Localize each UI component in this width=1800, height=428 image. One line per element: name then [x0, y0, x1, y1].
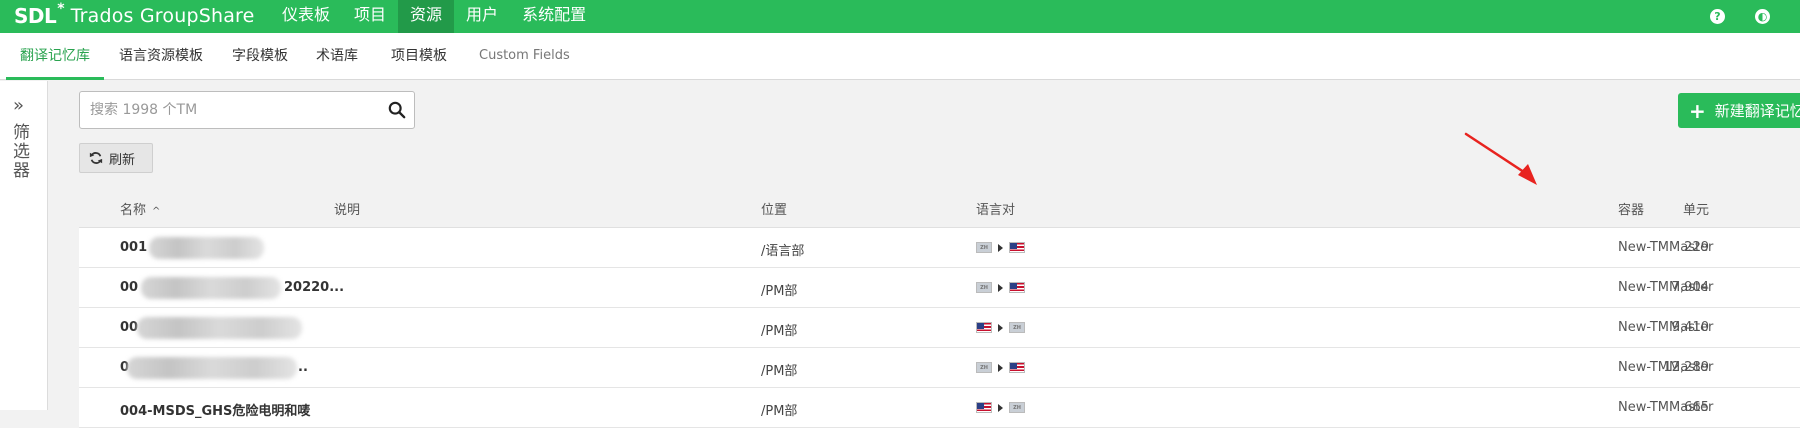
column-header-language-pair[interactable]: 语言对	[976, 199, 1015, 218]
redacted-text	[127, 357, 297, 379]
us-flag-icon	[976, 402, 992, 413]
tm-container: New-TMMaster	[1618, 400, 1714, 415]
logo-sdl: SDL	[14, 4, 57, 28]
tm-name-suffix: ..	[298, 360, 308, 375]
column-header-location[interactable]: 位置	[761, 199, 787, 218]
table-header: 名称 ^ 说明 位置 语言对 单元 容器	[79, 188, 1800, 228]
tm-search-box	[79, 91, 415, 129]
language-pair: ZH	[976, 402, 1025, 413]
tm-container: New-TMMaster	[1618, 240, 1714, 255]
expand-chevron-icon[interactable]: »	[13, 95, 24, 116]
arrow-right-icon	[998, 283, 1003, 292]
logo-product-name: Trados GroupShare	[70, 5, 255, 27]
us-flag-icon	[1009, 282, 1025, 293]
language-pair: ZH	[976, 282, 1025, 293]
filter-panel-toggle[interactable]: » 筛选器	[0, 81, 48, 410]
redacted-text	[141, 277, 281, 299]
chinese-flag-icon: ZH	[976, 242, 992, 253]
us-flag-icon	[1009, 242, 1025, 253]
filter-label: 筛选器	[9, 123, 29, 180]
tm-name[interactable]: 00	[120, 280, 138, 295]
tm-container: New-TMMaster	[1618, 360, 1714, 375]
us-flag-icon	[1009, 362, 1025, 373]
arrow-right-icon	[998, 363, 1003, 372]
column-header-name-label: 名称	[120, 203, 147, 218]
plus-icon: +	[1689, 98, 1706, 123]
language-pair: ZH	[976, 322, 1025, 333]
tab-field-templates[interactable]: 字段模板	[232, 33, 288, 80]
refresh-icon	[89, 152, 103, 164]
column-header-description[interactable]: 说明	[334, 199, 360, 218]
tm-container: New-TMMaster	[1618, 280, 1714, 295]
column-header-name[interactable]: 名称 ^	[120, 199, 160, 218]
nav-dashboard[interactable]: 仪表板	[270, 0, 342, 33]
nav-resources[interactable]: 资源	[398, 0, 455, 33]
top-bar: SDL * Trados GroupShare 仪表板 项目 资源 用户 系统配…	[0, 0, 1800, 33]
tm-location: /PM部	[761, 284, 798, 299]
logo-star: *	[57, 1, 65, 17]
app-logo[interactable]: SDL * Trados GroupShare	[14, 1, 255, 30]
redacted-text	[137, 317, 302, 339]
chinese-flag-icon: ZH	[1009, 402, 1025, 413]
language-pair: ZH	[976, 362, 1025, 373]
sort-ascending-icon: ^	[152, 206, 161, 217]
tab-termbases[interactable]: 术语库	[316, 33, 358, 80]
table-row[interactable]: 00 20220... /PM部 ZH 7,904 New-TMMaster	[79, 268, 1800, 308]
table-row[interactable]: 00 /PM部 ZH 9,410 New-TMMaster	[79, 308, 1800, 348]
new-button-label: 新建翻译记忆库	[1714, 102, 1800, 120]
table-row[interactable]: 004-MSDS_GHS危险电明和唛 /PM部 ZH 665 New-TMMas…	[79, 388, 1800, 428]
tm-container: New-TMMaster	[1618, 320, 1714, 335]
tab-language-resource-templates[interactable]: 语言资源模板	[119, 33, 203, 80]
main-nav: 仪表板 项目 资源 用户 系统配置	[270, 0, 598, 33]
nav-projects[interactable]: 项目	[342, 0, 398, 33]
tab-project-templates[interactable]: 项目模板	[391, 33, 447, 80]
annotation-arrow-icon	[1464, 132, 1537, 185]
tm-name[interactable]: 001	[120, 240, 147, 255]
tm-name[interactable]: 00	[120, 320, 138, 335]
tab-custom-fields[interactable]: Custom Fields	[479, 33, 570, 80]
language-pair: ZH	[976, 242, 1025, 253]
table-row[interactable]: 0 .. /PM部 ZH 12,289 New-TMMaster	[79, 348, 1800, 388]
help-icon[interactable]: ?	[1710, 9, 1725, 24]
chinese-flag-icon: ZH	[976, 282, 992, 293]
search-icon[interactable]	[388, 101, 406, 119]
tm-table: 名称 ^ 说明 位置 语言对 单元 容器 001 /语言部 ZH 229 New-…	[79, 188, 1800, 428]
arrow-right-icon	[998, 323, 1003, 332]
tm-name-suffix: 20220...	[284, 280, 345, 295]
arrow-right-icon	[998, 403, 1003, 412]
us-flag-icon	[976, 322, 992, 333]
tm-location: /PM部	[761, 364, 798, 379]
tm-location: /PM部	[761, 324, 798, 339]
chinese-flag-icon: ZH	[1009, 322, 1025, 333]
resource-tabs: 翻译记忆库 语言资源模板 字段模板 术语库 项目模板 Custom Fields	[0, 33, 1800, 80]
tm-location: /语言部	[761, 244, 805, 259]
globe-icon[interactable]: ◐	[1755, 9, 1770, 24]
tab-translation-memories[interactable]: 翻译记忆库	[6, 33, 104, 80]
nav-system-config[interactable]: 系统配置	[510, 0, 598, 33]
redacted-text	[149, 237, 264, 259]
table-row[interactable]: 001 /语言部 ZH 229 New-TMMaster	[79, 228, 1800, 268]
nav-users[interactable]: 用户	[454, 0, 510, 33]
refresh-label: 刷新	[109, 152, 136, 168]
top-right-icons: ? ◐	[1710, 0, 1800, 33]
arrow-right-icon	[998, 243, 1003, 252]
search-input[interactable]	[90, 99, 370, 121]
column-header-container[interactable]: 容器	[1618, 199, 1644, 218]
column-header-units[interactable]: 单元	[1683, 199, 1709, 218]
new-translation-memory-button[interactable]: + 新建翻译记忆库	[1678, 93, 1800, 128]
refresh-button[interactable]: 刷新	[79, 143, 153, 173]
chinese-flag-icon: ZH	[976, 362, 992, 373]
